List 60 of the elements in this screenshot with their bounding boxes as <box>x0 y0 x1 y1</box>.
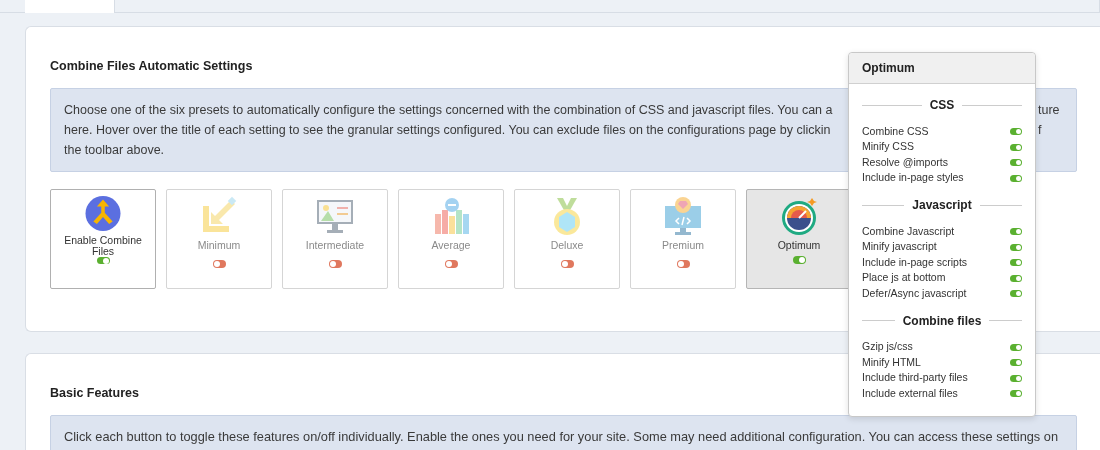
merge-icon <box>83 195 123 231</box>
setting-label: Defer/Async javascript <box>862 285 967 301</box>
popover-title: Optimum <box>849 53 1035 84</box>
setting-label: Gzip js/css <box>862 339 913 355</box>
setting-label: Include external files <box>862 385 958 401</box>
toggle-switch[interactable] <box>1010 274 1022 282</box>
setting-label: Include in-page styles <box>862 170 964 186</box>
toggle-switch[interactable] <box>1010 143 1022 151</box>
section-heading: Combine files <box>902 312 982 330</box>
toggle-switch[interactable] <box>1010 228 1022 236</box>
info-message: Click each button to toggle these features on/off individually. Enable the ones you need for your site. Some may need additional configuration. You can access these settings on <box>50 414 1077 450</box>
toggle-switch[interactable] <box>1010 174 1022 182</box>
setting-label: Include third-party files <box>862 370 968 386</box>
tile-label: Optimum <box>777 239 821 251</box>
toggle-switch[interactable] <box>444 259 458 268</box>
toggle-switch[interactable] <box>1010 290 1022 298</box>
card-title: Basic Features <box>50 384 139 402</box>
preset-tile[interactable]: Enable Combine Files <box>50 188 156 289</box>
setting-label: Combine CSS <box>862 123 929 139</box>
toggle-switch[interactable] <box>1010 128 1022 136</box>
toggle-switch[interactable] <box>1010 259 1022 267</box>
toggle-switch[interactable] <box>1010 374 1022 382</box>
tile-label: Average <box>431 239 471 251</box>
toggle-switch[interactable] <box>96 256 110 264</box>
toggle-switch[interactable] <box>792 255 806 264</box>
setting-label: Minify HTML <box>862 354 921 370</box>
monitor-icon <box>663 195 703 236</box>
tile-label: Premium <box>662 239 704 251</box>
toggle-switch[interactable] <box>1010 343 1022 351</box>
toggle-switch[interactable] <box>1010 390 1022 398</box>
info-text: the toolbar above. <box>64 141 166 159</box>
toggle-switch[interactable] <box>328 259 342 268</box>
info-text: here. Hover over the title of each setting to see the granular settings configured. You can exclude files on the configurations page by clickin <box>64 121 832 139</box>
toggle-switch[interactable] <box>1010 159 1022 167</box>
section-heading: CSS <box>929 97 955 114</box>
card-title: Combine Files Automatic Settings <box>50 58 253 75</box>
info-text: f <box>1038 121 1042 139</box>
setting-label: Resolve @imports <box>862 154 948 170</box>
toggle-switch[interactable] <box>676 259 690 268</box>
tile-label: Enable Combine Files <box>63 234 143 257</box>
setting-label: Place js at bottom <box>862 270 946 286</box>
setting-label: Minify javascript <box>862 239 937 255</box>
tile-label: Deluxe <box>550 239 584 251</box>
info-text: Choose one of the six presets to automatically configure the settings concerned with the combination of CSS and javascript files. You can a <box>64 101 834 119</box>
preset-tile[interactable]: Intermediate <box>282 188 388 289</box>
preset-tile[interactable]: Average <box>398 188 504 289</box>
tile-label: Minimum <box>197 239 241 251</box>
toggle-switch[interactable] <box>212 259 226 268</box>
toggle-switch[interactable] <box>560 259 574 268</box>
setting-label: Minify CSS <box>862 139 914 155</box>
preset-tile[interactable]: Premium <box>630 188 736 289</box>
info-text: ture <box>1038 101 1060 119</box>
preset-tile[interactable]: Deluxe <box>514 188 620 289</box>
toggle-switch[interactable] <box>1010 243 1022 251</box>
setting-label: Include in-page scripts <box>862 254 968 270</box>
setting-label: Combine Javascript <box>862 223 955 239</box>
section-heading: Javascript <box>912 197 972 214</box>
preset-tile[interactable]: Minimum <box>166 188 272 289</box>
tile-label: Intermediate <box>305 239 365 251</box>
toggle-switch[interactable] <box>1010 359 1022 367</box>
